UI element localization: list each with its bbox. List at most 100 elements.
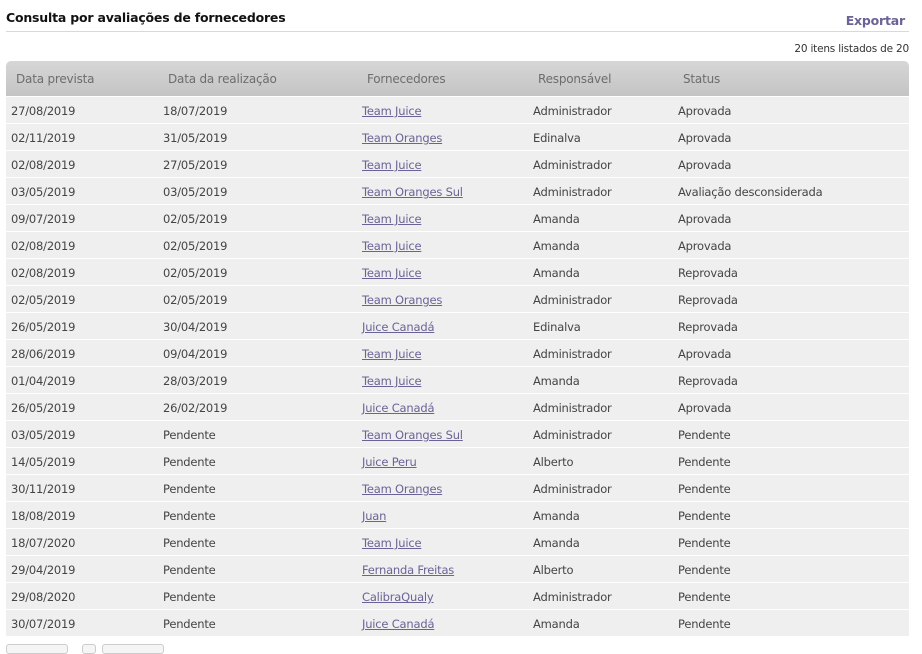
cell-data-prevista: 18/07/2020 — [11, 536, 76, 550]
cell-data-prevista: 27/08/2019 — [11, 104, 76, 118]
cell-data-prevista: 02/11/2019 — [11, 131, 76, 145]
cell-status: Pendente — [678, 536, 731, 550]
supplier-link[interactable]: Team Juice — [362, 212, 422, 226]
results-count: 20 itens listados de 20 — [794, 43, 909, 55]
cell-status: Pendente — [678, 455, 731, 469]
cell-data-prevista: 02/08/2019 — [11, 158, 76, 172]
column-header-data-prevista[interactable]: Data prevista — [16, 72, 94, 86]
cell-data-prevista: 02/08/2019 — [11, 239, 76, 253]
supplier-link[interactable]: Team Juice — [362, 536, 422, 550]
cell-data-prevista: 26/05/2019 — [11, 401, 76, 415]
supplier-link[interactable]: Juice Canadá — [362, 401, 434, 415]
supplier-link[interactable]: Team Juice — [362, 347, 422, 361]
cell-data-prevista: 03/05/2019 — [11, 428, 76, 442]
cell-responsavel: Amanda — [533, 266, 580, 280]
supplier-link[interactable]: Team Juice — [362, 374, 422, 388]
cell-responsavel: Amanda — [533, 212, 580, 226]
page-title: Consulta por avaliações de fornecedores — [6, 10, 286, 25]
column-header-status[interactable]: Status — [683, 72, 720, 86]
cell-responsavel: Administrador — [533, 158, 612, 172]
cell-status: Reprovada — [678, 374, 738, 388]
cell-status: Aprovada — [678, 104, 732, 118]
supplier-link[interactable]: Juice Peru — [362, 455, 417, 469]
pagination-control[interactable] — [82, 644, 96, 654]
table-row: 02/05/2019 02/05/2019 Team Oranges Administ… — [6, 286, 909, 313]
cell-status: Aprovada — [678, 239, 732, 253]
cell-data-realizacao: 02/05/2019 — [163, 293, 228, 307]
cell-status: Pendente — [678, 509, 731, 523]
cell-data-prevista: 03/05/2019 — [11, 185, 76, 199]
supplier-link[interactable]: CalibraQualy — [362, 590, 434, 604]
table-row: 30/07/2019 Pendente Juice Canadá Amanda Pend… — [6, 610, 909, 637]
table-row: 30/11/2019 Pendente Team Oranges Administra… — [6, 475, 909, 502]
table-row: 18/07/2020 Pendente Team Juice Amanda Penden… — [6, 529, 909, 556]
cell-data-prevista: 30/11/2019 — [11, 482, 76, 496]
supplier-link[interactable]: Team Juice — [362, 158, 422, 172]
cell-status: Aprovada — [678, 347, 732, 361]
supplier-link[interactable]: Team Oranges — [362, 482, 442, 496]
cell-data-prevista: 29/08/2020 — [11, 590, 76, 604]
supplier-link[interactable]: Team Juice — [362, 266, 422, 280]
supplier-link[interactable]: Team Oranges Sul — [362, 185, 463, 199]
table-row: 03/05/2019 Pendente Team Oranges Sul Admini… — [6, 421, 909, 448]
cell-data-realizacao: Pendente — [163, 428, 216, 442]
cell-responsavel: Edinalva — [533, 131, 581, 145]
cell-responsavel: Administrador — [533, 482, 612, 496]
cell-data-realizacao: 02/05/2019 — [163, 212, 228, 226]
cell-data-realizacao: 31/05/2019 — [163, 131, 228, 145]
column-header-responsavel[interactable]: Responsável — [538, 72, 611, 86]
table-row: 26/05/2019 30/04/2019 Juice Canadá Edinalva… — [6, 313, 909, 340]
cell-data-prevista: 28/06/2019 — [11, 347, 76, 361]
table-row: 02/08/2019 02/05/2019 Team Juice Amanda Apro… — [6, 232, 909, 259]
supplier-link[interactable]: Team Oranges Sul — [362, 428, 463, 442]
table-row: 02/08/2019 27/05/2019 Team Juice Administra… — [6, 151, 909, 178]
cell-data-realizacao: Pendente — [163, 482, 216, 496]
table-row: 09/07/2019 02/05/2019 Team Juice Amanda Apro… — [6, 205, 909, 232]
column-header-data-realizacao[interactable]: Data da realização — [168, 72, 277, 86]
cell-status: Reprovada — [678, 320, 738, 334]
cell-data-prevista: 02/08/2019 — [11, 266, 76, 280]
pagination-control[interactable] — [102, 644, 164, 654]
cell-status: Aprovada — [678, 131, 732, 145]
table-row: 26/05/2019 26/02/2019 Juice Canadá Administ… — [6, 394, 909, 421]
cell-data-realizacao: Pendente — [163, 455, 216, 469]
column-header-fornecedores[interactable]: Fornecedores — [367, 72, 446, 86]
cell-responsavel: Alberto — [533, 563, 574, 577]
cell-responsavel: Administrador — [533, 428, 612, 442]
pagination — [6, 644, 176, 654]
supplier-link[interactable]: Team Juice — [362, 239, 422, 253]
cell-data-realizacao: Pendente — [163, 536, 216, 550]
supplier-link[interactable]: Juan — [362, 509, 386, 523]
table-row: 01/04/2019 28/03/2019 Team Juice Amanda Repr… — [6, 367, 909, 394]
cell-data-realizacao: Pendente — [163, 509, 216, 523]
table-row: 02/11/2019 31/05/2019 Team Oranges Edinalva… — [6, 124, 909, 151]
evaluations-table: Data prevista Data da realização Fornece… — [6, 61, 909, 637]
cell-responsavel: Administrador — [533, 590, 612, 604]
supplier-link[interactable]: Juice Canadá — [362, 320, 434, 334]
cell-responsavel: Alberto — [533, 455, 574, 469]
supplier-link[interactable]: Juice Canadá — [362, 617, 434, 631]
cell-data-realizacao: 03/05/2019 — [163, 185, 228, 199]
cell-data-realizacao: Pendente — [163, 617, 216, 631]
cell-data-realizacao: 27/05/2019 — [163, 158, 228, 172]
cell-responsavel: Amanda — [533, 239, 580, 253]
cell-status: Aprovada — [678, 401, 732, 415]
table-row: 18/08/2019 Pendente Juan Amanda Pendente — [6, 502, 909, 529]
supplier-link[interactable]: Fernanda Freitas — [362, 563, 454, 577]
cell-status: Pendente — [678, 563, 731, 577]
cell-responsavel: Administrador — [533, 401, 612, 415]
pagination-control[interactable] — [6, 644, 68, 654]
cell-data-realizacao: Pendente — [163, 590, 216, 604]
table-row: 29/08/2020 Pendente CalibraQualy Administra… — [6, 583, 909, 610]
supplier-link[interactable]: Team Oranges — [362, 131, 442, 145]
table-row: 03/05/2019 03/05/2019 Team Oranges Sul Admi… — [6, 178, 909, 205]
supplier-link[interactable]: Team Juice — [362, 104, 422, 118]
export-button[interactable]: Exportar — [846, 13, 905, 28]
supplier-link[interactable]: Team Oranges — [362, 293, 442, 307]
table-body: 27/08/2019 18/07/2019 Team Juice Administra… — [6, 97, 909, 637]
cell-status: Avaliação desconsiderada — [678, 185, 823, 199]
cell-data-realizacao: 28/03/2019 — [163, 374, 228, 388]
cell-data-prevista: 01/04/2019 — [11, 374, 76, 388]
cell-data-prevista: 29/04/2019 — [11, 563, 76, 577]
cell-responsavel: Administrador — [533, 347, 612, 361]
